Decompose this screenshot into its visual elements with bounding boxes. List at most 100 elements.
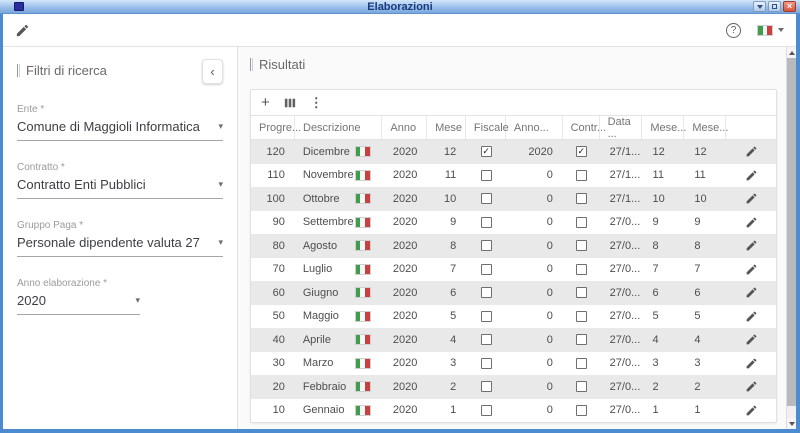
table-row[interactable]: 40Aprile20204027/0...44 <box>251 328 776 352</box>
fiscale-checkbox[interactable] <box>481 264 492 275</box>
table-row[interactable]: 120Dicembre202012202027/1...1212 <box>251 140 776 164</box>
table-row[interactable]: 100Ottobre202010027/1...1010 <box>251 187 776 211</box>
column-header-data[interactable]: Data ... <box>600 116 643 139</box>
edit-row-button[interactable] <box>745 145 758 158</box>
pencil-icon <box>745 310 758 323</box>
scrollbar-track[interactable] <box>787 406 796 418</box>
table-row[interactable]: 20Febbraio20202027/0...22 <box>251 375 776 399</box>
more-options-button[interactable]: ⋮ <box>310 95 323 111</box>
cell-data: 27/0... <box>600 305 643 329</box>
close-button[interactable]: × <box>783 1 796 12</box>
pencil-icon <box>745 380 758 393</box>
fiscale-checkbox[interactable] <box>481 381 492 392</box>
fiscale-checkbox[interactable] <box>481 334 492 345</box>
table-row[interactable]: 60Giugno20206027/0...66 <box>251 281 776 305</box>
column-header-fiscale[interactable]: Fiscale <box>466 116 506 139</box>
column-header-mese[interactable]: Mese <box>427 116 466 139</box>
fiscale-checkbox[interactable] <box>481 193 492 204</box>
filter-field: Ente *Comune di Maggioli Informatica▾ <box>17 104 223 141</box>
add-row-button[interactable]: + <box>261 94 270 111</box>
table-row[interactable]: 70Luglio20207027/0...77 <box>251 258 776 282</box>
flag-stripe <box>365 406 370 415</box>
cell-anno-2: 0 <box>506 258 563 282</box>
fiscale-checkbox[interactable] <box>481 146 492 157</box>
scroll-down-button[interactable] <box>787 418 796 429</box>
column-header-mese3[interactable]: Mese... <box>684 116 726 139</box>
month-label: Marzo <box>303 357 334 369</box>
fiscale-checkbox[interactable] <box>481 170 492 181</box>
italy-flag-icon <box>355 287 371 298</box>
collapse-sidebar-button[interactable]: ‹ <box>202 59 223 84</box>
contratto-checkbox[interactable] <box>576 170 587 181</box>
cell-anno: 2020 <box>383 164 428 188</box>
edit-mode-button[interactable] <box>15 23 30 38</box>
table-row[interactable]: 30Marzo20203027/0...33 <box>251 352 776 376</box>
fiscale-checkbox[interactable] <box>481 240 492 251</box>
cell-fiscale <box>466 140 506 164</box>
table-row[interactable]: 110Novembre202011027/1...1111 <box>251 164 776 188</box>
column-header-anno[interactable]: Anno <box>382 116 427 139</box>
table-row[interactable]: 80Agosto20208027/0...88 <box>251 234 776 258</box>
contratto-checkbox[interactable] <box>576 405 587 416</box>
select-field[interactable]: Contratto Enti Pubblici▾ <box>17 177 223 199</box>
language-selector[interactable] <box>757 25 784 36</box>
cell-anno: 2020 <box>383 281 428 305</box>
table-row[interactable]: 50Maggio20205027/0...55 <box>251 305 776 329</box>
help-button[interactable]: ? <box>726 23 741 38</box>
cell-contratto <box>563 352 600 376</box>
column-header-mese2[interactable]: Mese... <box>642 116 684 139</box>
table-row[interactable]: 10Gennaio20201027/0...11 <box>251 399 776 423</box>
contratto-checkbox[interactable] <box>576 287 587 298</box>
cell-progressivo: 40 <box>251 328 295 352</box>
fiscale-checkbox[interactable] <box>481 287 492 298</box>
cell-progressivo: 20 <box>251 375 295 399</box>
cell-progressivo: 110 <box>251 164 295 188</box>
maximize-button[interactable] <box>768 1 781 12</box>
edit-row-button[interactable] <box>745 239 758 252</box>
cell-anno: 2020 <box>383 399 428 423</box>
minimize-button[interactable] <box>753 1 766 12</box>
edit-row-button[interactable] <box>745 357 758 370</box>
contratto-checkbox[interactable] <box>576 358 587 369</box>
fiscale-checkbox[interactable] <box>481 405 492 416</box>
column-header-descrizione[interactable]: Descrizione <box>295 116 382 139</box>
columns-button[interactable] <box>284 97 296 109</box>
select-field[interactable]: Personale dipendente valuta 27▾ <box>17 235 223 257</box>
select-field[interactable]: Comune di Maggioli Informatica▾ <box>17 119 223 141</box>
contratto-checkbox[interactable] <box>576 381 587 392</box>
table-row[interactable]: 90Settembre20209027/0...99 <box>251 211 776 235</box>
column-header-edit[interactable] <box>726 116 776 139</box>
contratto-checkbox[interactable] <box>576 146 587 157</box>
column-header-prog[interactable]: Progre... <box>251 116 295 139</box>
cell-mese-3: 8 <box>684 234 726 258</box>
edit-row-button[interactable] <box>745 404 758 417</box>
cell-fiscale <box>466 187 506 211</box>
scroll-up-button[interactable] <box>787 47 796 58</box>
edit-row-button[interactable] <box>745 169 758 182</box>
italy-flag-icon <box>355 170 371 181</box>
contratto-checkbox[interactable] <box>576 264 587 275</box>
select-field[interactable]: 2020▾ <box>17 293 140 315</box>
edit-row-button[interactable] <box>745 263 758 276</box>
fiscale-checkbox[interactable] <box>481 311 492 322</box>
column-header-anno2[interactable]: Anno... <box>506 116 563 139</box>
edit-row-button[interactable] <box>745 333 758 346</box>
fiscale-checkbox[interactable] <box>481 217 492 228</box>
contratto-checkbox[interactable] <box>576 240 587 251</box>
scrollbar-thumb[interactable] <box>787 58 796 406</box>
contratto-checkbox[interactable] <box>576 334 587 345</box>
edit-row-button[interactable] <box>745 380 758 393</box>
contratto-checkbox[interactable] <box>576 193 587 204</box>
cell-mese: 7 <box>427 258 466 282</box>
cell-edit <box>726 305 776 329</box>
fiscale-checkbox[interactable] <box>481 358 492 369</box>
edit-row-button[interactable] <box>745 310 758 323</box>
edit-row-button[interactable] <box>745 192 758 205</box>
edit-row-button[interactable] <box>745 216 758 229</box>
flag-red-stripe <box>767 26 772 35</box>
vertical-scrollbar[interactable] <box>786 47 796 429</box>
contratto-checkbox[interactable] <box>576 217 587 228</box>
column-header-contratto[interactable]: Contr... <box>563 116 600 139</box>
contratto-checkbox[interactable] <box>576 311 587 322</box>
edit-row-button[interactable] <box>745 286 758 299</box>
